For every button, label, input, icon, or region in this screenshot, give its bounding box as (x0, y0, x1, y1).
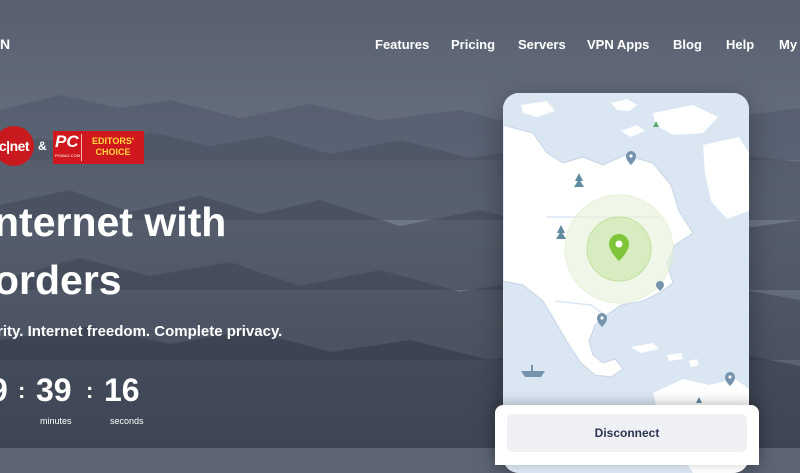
nav-features[interactable]: Features (375, 37, 429, 52)
pcmag-subtext: PCMAG.COM (55, 153, 81, 158)
countdown-separator: : (18, 378, 26, 403)
brand-logo[interactable]: N (0, 36, 10, 52)
hero-subtitle: rity. Internet freedom. Complete privacy… (0, 323, 283, 340)
pcmag-editors-choice-badge: PC PCMAG.COM EDITORS' CHOICE (53, 131, 144, 164)
countdown-separator: : (86, 378, 94, 403)
countdown-seconds: 16 (104, 372, 140, 408)
countdown-hours: 9 (0, 372, 8, 409)
nav-pricing[interactable]: Pricing (451, 37, 495, 52)
nav-vpn-apps[interactable]: VPN Apps (587, 37, 649, 52)
pcmag-divider (81, 134, 82, 161)
disconnect-button[interactable]: Disconnect (507, 414, 747, 452)
nav-help[interactable]: Help (726, 37, 754, 52)
headline-line1: nternet with (0, 199, 227, 245)
connection-panel: Disconnect (495, 405, 759, 465)
nav-blog[interactable]: Blog (673, 37, 702, 52)
countdown-minutes-label: minutes (40, 416, 72, 426)
nav-my-account[interactable]: My (779, 37, 797, 52)
editors-choice-label: EDITORS' CHOICE (84, 136, 142, 158)
headline-line2: orders (0, 257, 122, 303)
pcmag-logo: PC (55, 132, 79, 151)
editors-choice-line2: CHOICE (95, 147, 131, 157)
hero-headline: nternet with orders (0, 193, 314, 309)
nav-servers[interactable]: Servers (518, 37, 566, 52)
top-navbar: N Features Pricing Servers VPN Apps Blog… (0, 0, 800, 90)
countdown-seconds-label: seconds (110, 416, 144, 426)
award-ampersand: & (38, 139, 47, 153)
countdown-minutes: 39 (36, 372, 72, 408)
editors-choice-line1: EDITORS' (92, 136, 134, 146)
